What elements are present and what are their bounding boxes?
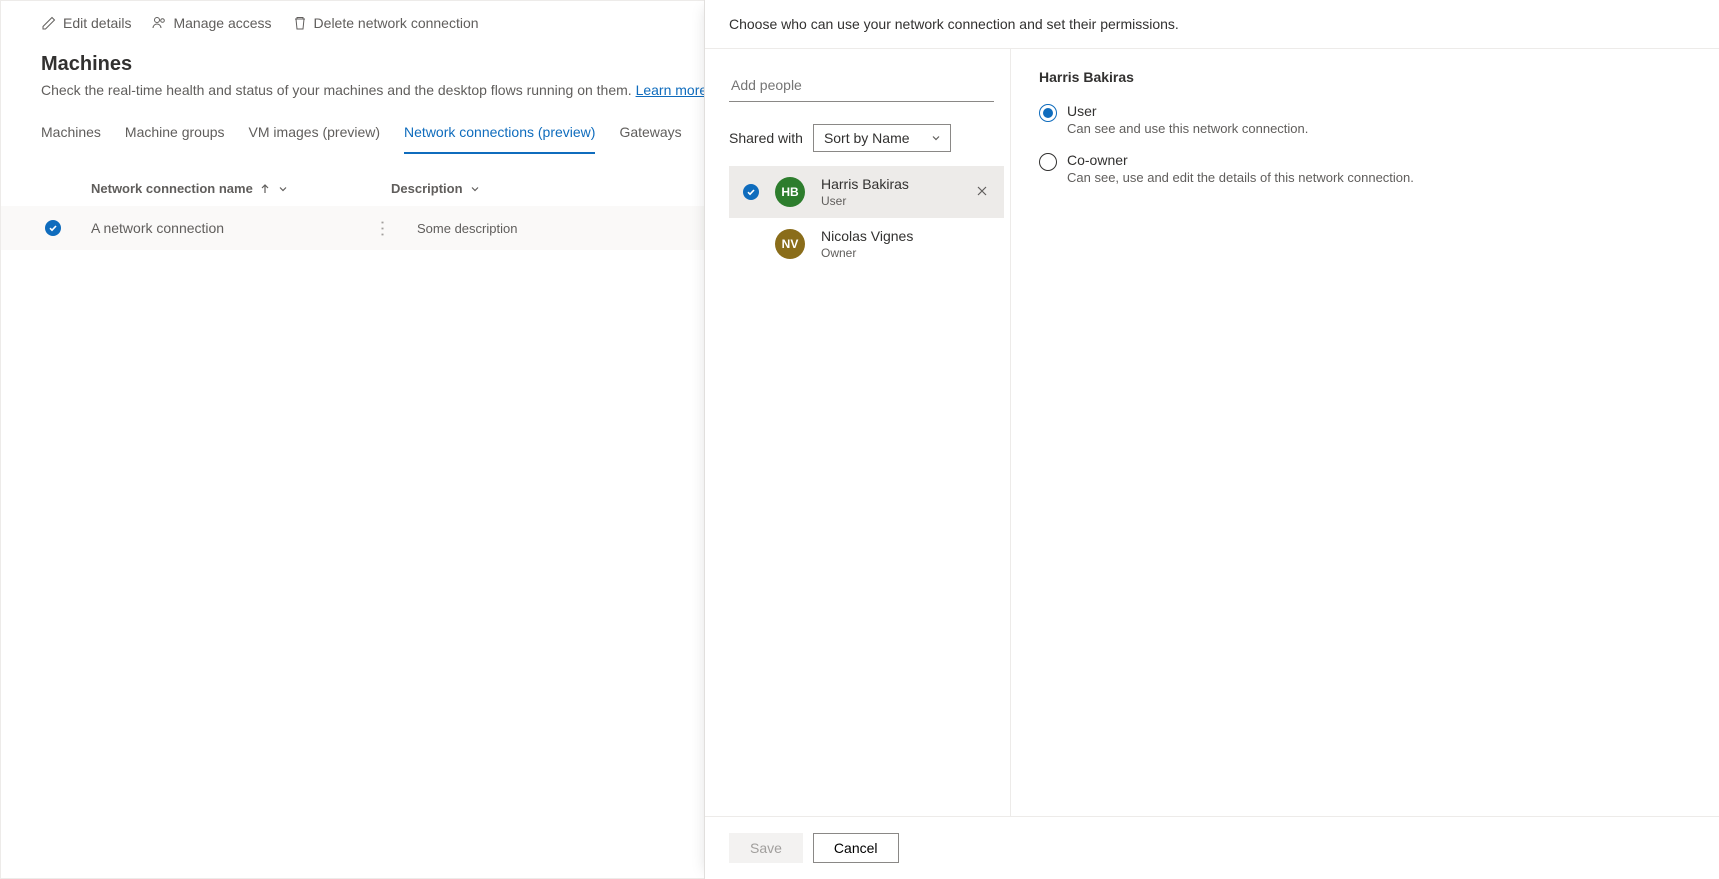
row-menu-button[interactable]: ⋯ (372, 219, 393, 237)
permission-option-coowner[interactable]: Co-owner Can see, use and edit the detai… (1039, 152, 1695, 185)
chevron-down-icon (469, 183, 481, 195)
person-name: Harris Bakiras (821, 176, 956, 192)
permission-desc: Can see and use this network connection. (1067, 121, 1308, 136)
close-icon (976, 185, 988, 197)
people-icon (151, 15, 167, 31)
permission-desc: Can see, use and edit the details of thi… (1067, 170, 1414, 185)
column-name[interactable]: Network connection name (91, 181, 391, 196)
manage-access-label: Manage access (173, 15, 271, 31)
tab-machine-groups[interactable]: Machine groups (125, 116, 225, 154)
chevron-down-icon (930, 132, 942, 144)
sort-arrow-up-icon (259, 183, 271, 195)
shared-with-label: Shared with (729, 130, 803, 146)
tab-machines[interactable]: Machines (41, 116, 101, 154)
permission-option-user[interactable]: User Can see and use this network connec… (1039, 103, 1695, 136)
avatar: HB (775, 177, 805, 207)
manage-access-panel: Choose who can use your network connecti… (704, 0, 1719, 879)
permission-label: User (1067, 103, 1308, 119)
edit-details-label: Edit details (63, 15, 131, 31)
trash-icon (292, 15, 308, 31)
row-check-icon[interactable] (45, 220, 61, 236)
person-role: User (821, 194, 956, 208)
tab-gateways[interactable]: Gateways (619, 116, 681, 154)
permission-label: Co-owner (1067, 152, 1414, 168)
edit-details-button[interactable]: Edit details (41, 15, 131, 31)
permissions-heading: Harris Bakiras (1039, 69, 1695, 85)
radio-icon[interactable] (1039, 153, 1057, 171)
pencil-icon (41, 15, 57, 31)
radio-icon[interactable] (1039, 104, 1057, 122)
remove-person-button[interactable] (972, 180, 992, 204)
person-row-harris[interactable]: HB Harris Bakiras User (729, 166, 1004, 218)
person-role: Owner (821, 246, 992, 260)
delete-connection-label: Delete network connection (314, 15, 479, 31)
tab-vm-images[interactable]: VM images (preview) (249, 116, 380, 154)
person-row-nicolas[interactable]: NV Nicolas Vignes Owner (729, 218, 1004, 270)
person-selected-icon (743, 184, 759, 200)
save-button[interactable]: Save (729, 833, 803, 863)
tab-network-connections[interactable]: Network connections (preview) (404, 116, 595, 154)
add-people-input[interactable] (729, 69, 994, 102)
manage-access-button[interactable]: Manage access (151, 15, 271, 31)
learn-more-link[interactable]: Learn more (636, 82, 708, 98)
sort-select[interactable]: Sort by Name (813, 124, 951, 152)
chevron-down-icon (277, 183, 289, 195)
row-name: A network connection (91, 220, 373, 236)
cancel-button[interactable]: Cancel (813, 833, 899, 863)
delete-connection-button[interactable]: Delete network connection (292, 15, 479, 31)
avatar: NV (775, 229, 805, 259)
person-name: Nicolas Vignes (821, 228, 992, 244)
panel-header: Choose who can use your network connecti… (705, 0, 1719, 49)
